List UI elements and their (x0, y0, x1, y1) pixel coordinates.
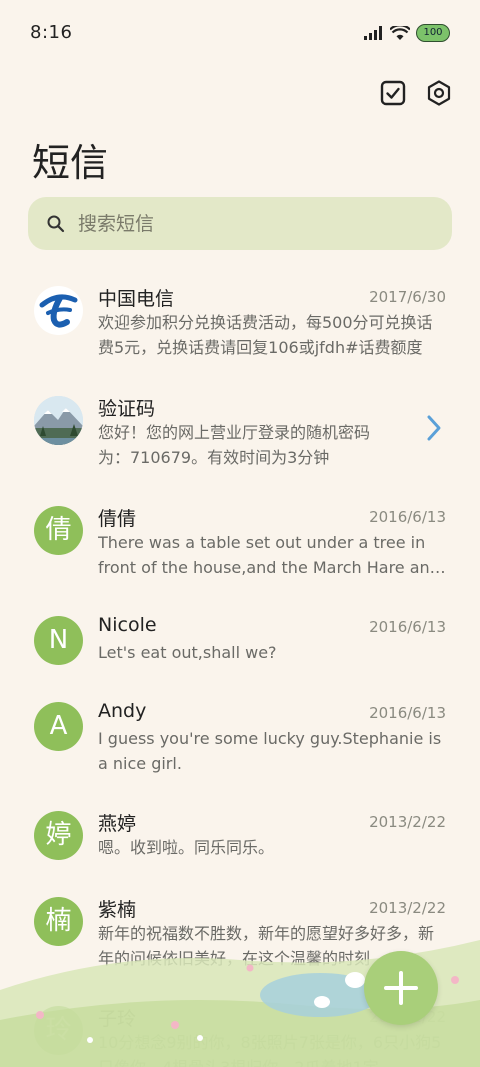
message-preview: Let's eat out,shall we? (98, 643, 277, 662)
message-item-yanting[interactable]: 婷 燕婷 2013/2/22 嗯。收到啦。同乐同乐。 (0, 795, 480, 895)
china-telecom-logo-icon (34, 286, 83, 335)
avatar: A (34, 702, 83, 751)
contact-name: 子玲 (98, 1008, 137, 1030)
message-date: 2017/6/30 (369, 288, 446, 306)
new-message-button[interactable] (364, 951, 438, 1025)
message-date: 2016/6/13 (369, 704, 446, 722)
message-preview: I guess you're some lucky guy.Stephanie … (98, 729, 442, 773)
message-date: 2016/6/13 (369, 618, 446, 636)
contact-name: 倩倩 (98, 508, 137, 530)
status-icons: 100 (364, 22, 450, 44)
message-item-qianqian[interactable]: 倩 倩倩 2016/6/13 There was a table set out… (0, 490, 480, 590)
message-item-verification-code[interactable]: 验证码 您好！您的网上营业厅登录的随机密码为：710679。有效时间为3分钟 (0, 380, 480, 480)
message-preview: 10分想念9别的你，8张照片7张是你，6只小狗5只像你，4根骨头3根归你，2爪着… (98, 1033, 442, 1067)
avatar: N (34, 616, 83, 665)
message-preview: 嗯。收到啦。同乐同乐。 (98, 838, 275, 857)
wifi-icon (390, 25, 410, 40)
avatar (34, 396, 83, 445)
contact-name: 燕婷 (98, 813, 137, 835)
avatar: 楠 (34, 897, 83, 946)
chevron-right-icon[interactable] (426, 414, 442, 442)
contact-name: 中国电信 (98, 288, 175, 310)
message-date: 2013/2/22 (369, 899, 446, 917)
search-input[interactable] (78, 212, 408, 235)
status-time: 8:16 (30, 22, 73, 43)
message-preview: 您好！您的网上营业厅登录的随机密码为：710679。有效时间为3分钟 (98, 423, 371, 467)
battery-indicator: 100 (416, 24, 450, 42)
contact-name: 验证码 (98, 398, 156, 420)
status-bar: 8:16 100 (0, 0, 480, 68)
landscape-photo-icon (34, 396, 83, 445)
message-preview: There was a table set out under a tree i… (98, 533, 440, 577)
plus-icon (384, 971, 418, 1005)
search-bar[interactable] (28, 197, 452, 250)
settings-gear-icon[interactable] (426, 80, 452, 106)
message-date: 2013/2/22 (369, 813, 446, 831)
search-icon (47, 215, 65, 232)
avatar: 倩 (34, 506, 83, 555)
message-item-andy[interactable]: A Andy 2016/6/13 I guess you're some luc… (0, 686, 480, 786)
signal-icon (364, 26, 382, 40)
message-item-nicole[interactable]: N Nicole 2016/6/13 Let's eat out,shall w… (0, 600, 480, 700)
top-actions (380, 80, 452, 106)
contact-name: Nicole (98, 614, 157, 636)
avatar: 婷 (34, 811, 83, 860)
message-item-china-telecom[interactable]: 中国电信 2017/6/30 欢迎参加积分兑换话费活动，每500分可兑换话费5元… (0, 270, 480, 370)
contact-name: 紫楠 (98, 899, 137, 921)
avatar (34, 286, 83, 335)
avatar: 玲 (34, 1006, 83, 1055)
message-date: 2016/6/13 (369, 508, 446, 526)
message-preview: 欢迎参加积分兑换话费活动，每500分可兑换话费5元，兑换话费请回复106或jfd… (98, 313, 433, 357)
page-title: 短信 (32, 141, 109, 185)
select-checkbox-icon[interactable] (380, 80, 406, 106)
contact-name: Andy (98, 700, 147, 722)
